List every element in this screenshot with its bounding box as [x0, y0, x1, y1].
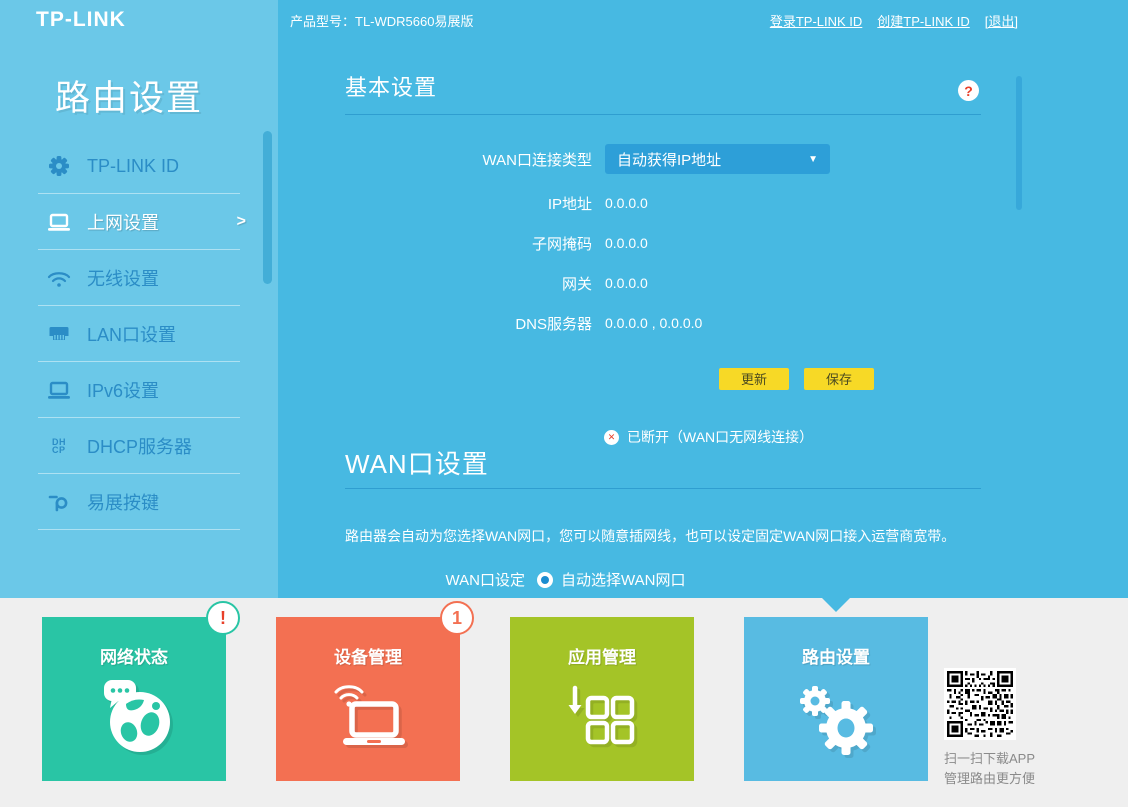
disconnected-icon: ✕	[604, 430, 619, 445]
product-model-label: 产品型号：TL-WDR5660易展版	[290, 11, 473, 30]
gears-icon	[744, 674, 928, 762]
sidebar-item-internet-settings[interactable]: 上网设置 >	[0, 194, 278, 250]
sidebar: TP-LINK 路由设置 TP-LINK	[0, 0, 278, 598]
count-badge: 1	[440, 601, 474, 635]
sidebar-item-dhcp-server[interactable]: DHCP DHCP服务器	[0, 418, 278, 474]
field-row-dns-server: DNS服务器 0.0.0.0 , 0.0.0.0	[345, 308, 702, 338]
field-label: WAN口设定	[345, 569, 525, 590]
sidebar-scrollbar[interactable]	[263, 131, 272, 284]
field-label: 子网掩码	[345, 233, 592, 254]
auto-select-wan-radio[interactable]	[537, 572, 553, 588]
login-tplink-id-link[interactable]: 登录TP-LINK ID	[770, 11, 862, 30]
tile-label: 应用管理	[510, 643, 694, 668]
field-row-gateway: 网关 0.0.0.0	[345, 268, 648, 298]
laptop-icon	[46, 211, 72, 233]
sidebar-item-easy-mesh-button[interactable]: 易展按键	[0, 474, 278, 530]
laptop-wifi-icon	[276, 674, 460, 762]
topbar-links: 登录TP-LINK ID 创建TP-LINK ID [退出]	[770, 11, 1018, 30]
sidebar-item-ipv6-settings[interactable]: IPv6设置	[0, 362, 278, 418]
field-row-ip-address: IP地址 0.0.0.0	[345, 188, 648, 218]
wan-description: 路由器会自动为您选择WAN网口，您可以随意插网线，也可以设定固定WAN网口接入运…	[345, 526, 1005, 546]
field-value: 0.0.0.0	[605, 275, 648, 291]
sidebar-nav: TP-LINK ID 上网设置 >	[0, 138, 278, 530]
field-label: DNS服务器	[345, 313, 592, 334]
dropdown-value: 自动获得IP地址	[617, 149, 721, 170]
sidebar-item-tplink-id[interactable]: TP-LINK ID	[0, 138, 278, 194]
connection-status: ✕ 已断开（WAN口无网线连接）	[604, 427, 813, 447]
router-admin-page: TP-LINK 路由设置 TP-LINK	[0, 0, 1128, 807]
field-label: WAN口连接类型	[345, 149, 592, 170]
active-tile-pointer-icon	[822, 598, 850, 612]
section-title-basic-settings: 基本设置	[345, 70, 437, 102]
field-value: 0.0.0.0	[605, 195, 648, 211]
wan-port-setting-row: WAN口设定 自动选择WAN网口	[345, 569, 685, 590]
gear-icon	[46, 155, 72, 177]
sidebar-item-wireless-settings[interactable]: 无线设置	[0, 250, 278, 306]
main-content: 产品型号：TL-WDR5660易展版 登录TP-LINK ID 创建TP-LIN…	[278, 0, 1128, 598]
update-button[interactable]: 更新	[719, 368, 789, 390]
wan-connection-type-dropdown[interactable]: 自动获得IP地址 ▼	[605, 144, 830, 174]
qr-caption-line2: 管理路由更方便	[944, 768, 1035, 787]
sidebar-item-label: 无线设置	[87, 265, 159, 291]
sidebar-item-lan-settings[interactable]: LAN口设置	[0, 306, 278, 362]
field-row-wan-connection-type: WAN口连接类型 自动获得IP地址 ▼	[345, 144, 830, 174]
dhcp-text-icon: DHCP	[46, 435, 72, 457]
globe-chat-icon	[42, 674, 226, 762]
field-label: 网关	[345, 273, 592, 294]
field-row-subnet-mask: 子网掩码 0.0.0.0	[345, 228, 648, 258]
ethernet-port-icon	[46, 323, 72, 345]
apps-download-icon	[510, 674, 694, 762]
sidebar-title: 路由设置	[55, 70, 203, 121]
tile-router-settings[interactable]: 路由设置	[744, 617, 928, 781]
sidebar-item-label: LAN口设置	[87, 321, 176, 347]
status-text: 已断开（WAN口无网线连接）	[627, 427, 813, 447]
sidebar-item-label: DHCP服务器	[87, 433, 192, 459]
logout-link[interactable]: [退出]	[985, 11, 1018, 30]
bottom-nav: ! 网络状态 1 设备管理	[0, 598, 1128, 807]
section-divider	[345, 114, 981, 115]
tile-label: 设备管理	[276, 643, 460, 668]
wifi-icon	[46, 267, 72, 289]
qr-caption-line1: 扫一扫下载APP	[944, 748, 1035, 767]
qr-code-image	[944, 668, 1016, 740]
tile-device-management[interactable]: 1 设备管理	[276, 617, 460, 781]
sidebar-item-label: 上网设置	[87, 209, 159, 235]
tile-label: 路由设置	[744, 643, 928, 668]
tile-network-status[interactable]: ! 网络状态	[42, 617, 226, 781]
easy-mesh-icon	[46, 491, 72, 513]
field-value: 0.0.0.0	[605, 235, 648, 251]
tplink-logo: TP-LINK	[36, 8, 126, 32]
radio-label: 自动选择WAN网口	[561, 569, 685, 590]
create-tplink-id-link[interactable]: 创建TP-LINK ID	[877, 11, 969, 30]
alert-badge: !	[206, 601, 240, 635]
sidebar-item-label: IPv6设置	[87, 377, 159, 403]
sidebar-item-label: 易展按键	[87, 489, 159, 515]
tile-label: 网络状态	[42, 643, 226, 668]
help-icon[interactable]: ?	[958, 80, 979, 101]
field-label: IP地址	[345, 193, 592, 214]
field-value: 0.0.0.0 , 0.0.0.0	[605, 315, 702, 331]
chevron-right-icon: >	[237, 213, 246, 231]
section-title-wan-port-settings: WAN口设置	[345, 444, 489, 481]
dropdown-arrow-icon: ▼	[808, 154, 818, 165]
save-button[interactable]: 保存	[804, 368, 874, 390]
laptop-icon	[46, 379, 72, 401]
tile-app-management[interactable]: 应用管理	[510, 617, 694, 781]
section-divider	[345, 488, 981, 489]
content-scrollbar[interactable]	[1016, 76, 1022, 210]
sidebar-item-label: TP-LINK ID	[87, 156, 179, 177]
radio-dot	[541, 576, 549, 584]
